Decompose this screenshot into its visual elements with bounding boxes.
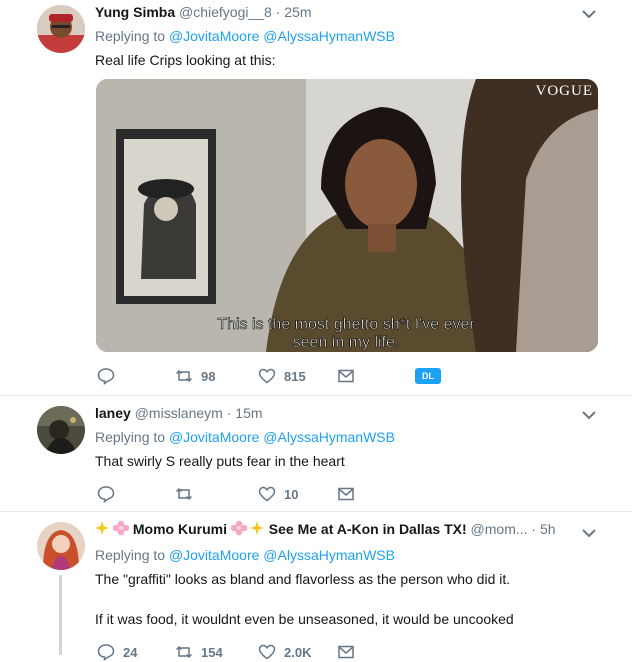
- replying-to-label: Replying to: [95, 547, 166, 563]
- tweet-header: Momo Kurumi See Me at A-Kon in Dallas TX…: [95, 520, 556, 538]
- display-name[interactable]: laney: [95, 405, 131, 421]
- display-name-suffix[interactable]: See Me at A-Kon in Dallas TX!: [269, 521, 467, 537]
- replying-to-label: Replying to: [95, 28, 166, 44]
- retweet-icon: [175, 487, 193, 501]
- retweet-icon: [175, 645, 193, 659]
- tweet-text: The "graffiti" looks as bland and flavor…: [95, 571, 511, 587]
- tweet-header: laney @misslaneym · 15m: [95, 404, 263, 422]
- like-count: 815: [284, 368, 306, 384]
- envelope-icon: [338, 645, 354, 659]
- retweet-count: 98: [201, 368, 216, 384]
- retweet-count: 154: [201, 644, 223, 660]
- mention-link[interactable]: @JovitaMoore: [169, 429, 259, 445]
- timestamp[interactable]: 5h: [540, 521, 556, 537]
- direct-message-button[interactable]: [337, 366, 363, 386]
- separator-dot: ·: [226, 405, 232, 421]
- like-count: 10: [284, 486, 299, 502]
- chevron-down-icon[interactable]: [580, 406, 598, 424]
- tweet-media[interactable]: VOGUE This is the most ghetto sh*t I've …: [96, 79, 598, 352]
- replying-to-label: Replying to: [95, 429, 166, 445]
- media-watermark: VOGUE: [536, 83, 594, 99]
- retweet-icon: [175, 369, 193, 383]
- heart-icon: [258, 486, 276, 502]
- avatar[interactable]: [37, 522, 85, 570]
- like-button[interactable]: 10: [258, 484, 298, 504]
- chevron-down-icon[interactable]: [580, 524, 598, 542]
- sparkle-blossom-emoji-icon: [95, 520, 130, 536]
- tweet-actions: 98 815 DL: [95, 366, 515, 386]
- chevron-down-icon[interactable]: [580, 5, 598, 23]
- reply-button[interactable]: 24: [97, 642, 137, 662]
- user-handle[interactable]: @misslaneym: [135, 405, 223, 421]
- direct-message-button[interactable]: [337, 642, 363, 662]
- replying-to: Replying to @JovitaMoore @AlyssaHymanWSB: [95, 546, 395, 564]
- user-handle[interactable]: @chiefyogi__8: [179, 4, 272, 20]
- mention-link[interactable]: @JovitaMoore: [169, 547, 259, 563]
- timestamp[interactable]: 25m: [284, 4, 311, 20]
- replying-to: Replying to @JovitaMoore @AlyssaHymanWSB: [95, 428, 395, 446]
- mention-link[interactable]: @JovitaMoore: [169, 28, 259, 44]
- reply-button[interactable]: [97, 484, 123, 504]
- mention-link[interactable]: @AlyssaHymanWSB: [263, 547, 395, 563]
- replying-to: Replying to @JovitaMoore @AlyssaHymanWSB: [95, 27, 395, 45]
- media-image: VOGUE This is the most ghetto sh*t I've …: [96, 79, 598, 352]
- mention-link[interactable]: @AlyssaHymanWSB: [263, 28, 395, 44]
- media-caption: seen in my life.: [293, 334, 400, 351]
- blossom-sparkle-emoji-icon: [230, 520, 264, 536]
- avatar-image: [37, 406, 85, 454]
- like-button[interactable]: 2.0K: [258, 642, 311, 662]
- media-caption: This is the most ghetto sh*t I've ever: [217, 316, 475, 333]
- tweet-actions: 24 154 2.0K: [95, 642, 515, 662]
- reply-icon: [97, 644, 115, 661]
- avatar[interactable]: [37, 5, 85, 53]
- tweet-text: Real life Crips looking at this:: [95, 52, 276, 68]
- tweet-text: If it was food, it wouldnt even be unsea…: [95, 611, 514, 627]
- reply-icon: [97, 486, 115, 503]
- like-button[interactable]: 815: [258, 366, 306, 386]
- heart-icon: [258, 644, 276, 660]
- reply-icon: [97, 368, 115, 385]
- reply-count: 24: [123, 644, 138, 660]
- thread-line: [59, 575, 62, 655]
- tweet[interactable]: Yung Simba @chiefyogi__8 · 25m Replying …: [0, 0, 632, 395]
- tweet-text: That swirly S really puts fear in the he…: [95, 453, 345, 469]
- tweet-actions: 10: [95, 484, 515, 504]
- mention-link[interactable]: @AlyssaHymanWSB: [263, 429, 395, 445]
- separator-dot: ·: [275, 4, 281, 20]
- envelope-icon: [338, 487, 354, 501]
- timestamp[interactable]: 15m: [235, 405, 262, 421]
- avatar[interactable]: [37, 406, 85, 454]
- retweet-button[interactable]: 98: [175, 366, 215, 386]
- download-badge[interactable]: DL: [415, 368, 441, 384]
- avatar-image: [37, 5, 85, 53]
- like-count: 2.0K: [284, 644, 312, 660]
- avatar-image: [37, 522, 85, 570]
- retweet-button[interactable]: 154: [175, 642, 223, 662]
- tweet[interactable]: laney @misslaneym · 15m Replying to @Jov…: [0, 396, 632, 511]
- tweet[interactable]: Momo Kurumi See Me at A-Kon in Dallas TX…: [0, 512, 632, 661]
- display-name[interactable]: Yung Simba: [95, 4, 175, 20]
- display-name[interactable]: Momo Kurumi: [133, 521, 227, 537]
- tweet-header: Yung Simba @chiefyogi__8 · 25m: [95, 3, 312, 21]
- user-handle[interactable]: @mom...: [471, 521, 528, 537]
- reply-button[interactable]: [97, 366, 123, 386]
- direct-message-button[interactable]: [337, 484, 363, 504]
- retweet-button[interactable]: [175, 484, 201, 504]
- heart-icon: [258, 368, 276, 384]
- separator-dot: ·: [531, 521, 537, 537]
- envelope-icon: [338, 369, 354, 383]
